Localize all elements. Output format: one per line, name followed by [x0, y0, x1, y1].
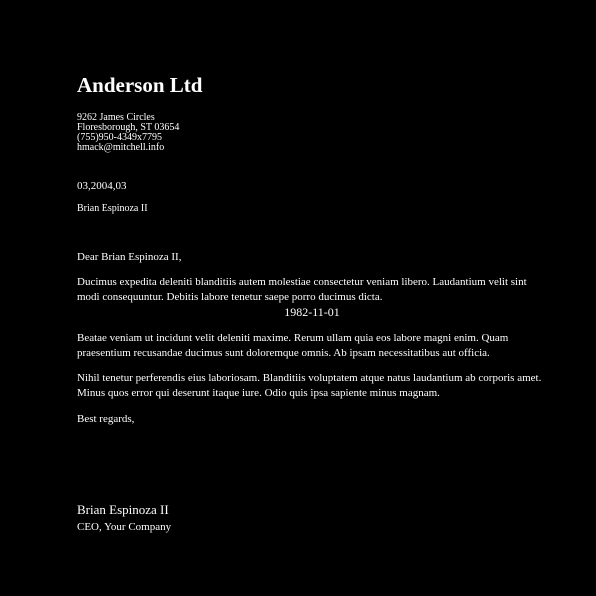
body-paragraph-3: Nihil tenetur perferendis eius laboriosa… — [77, 372, 542, 399]
sender-email: hmack@mitchell.info — [77, 142, 165, 153]
letter-page: Anderson Ltd 9262 James Circles Floresbo… — [77, 0, 547, 596]
recipient-name: Brian Espinoza II — [77, 203, 148, 214]
salutation: Dear Brian Espinoza II, — [77, 251, 182, 263]
signature-title: CEO, Your Company — [77, 521, 172, 533]
body-paragraph-1: Ducimus expedita deleniti blanditiis aut… — [77, 276, 527, 303]
letter-date: 03,2004,03 — [77, 180, 127, 192]
company-name: Anderson Ltd — [77, 73, 203, 97]
body-paragraph-2: Beatae veniam ut incidunt velit deleniti… — [77, 332, 509, 359]
sender-address: 9262 James Circles Floresborough, ST 036… — [77, 113, 179, 153]
centered-date: 1982-11-01 — [284, 305, 340, 319]
closing: Best regards, — [77, 413, 135, 425]
signature-name: Brian Espinoza II — [77, 502, 169, 517]
